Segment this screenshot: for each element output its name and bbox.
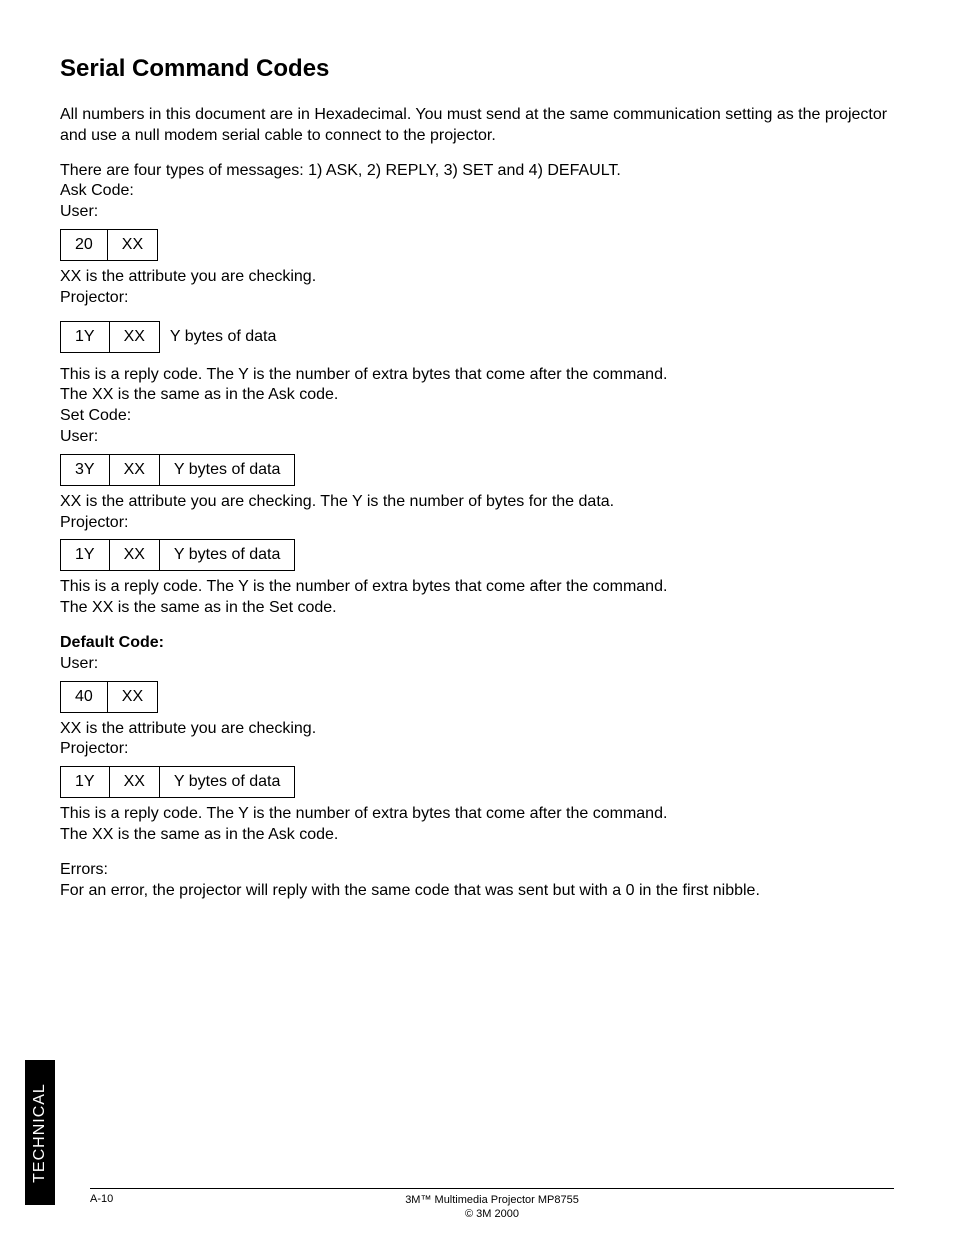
set-projector-cell-2: XX bbox=[109, 540, 159, 571]
default-projector-cell-1: 1Y bbox=[61, 767, 110, 798]
page-footer: A-10 3M™ Multimedia Projector MP8755 © 3… bbox=[90, 1188, 894, 1205]
set-explain: XX is the attribute you are checking. Th… bbox=[60, 492, 894, 513]
default-reply-explain-1: This is a reply code. The Y is the numbe… bbox=[60, 804, 894, 825]
default-projector-table: 1Y XX Y bytes of data bbox=[60, 766, 295, 798]
set-projector-cell-3: Y bytes of data bbox=[159, 540, 294, 571]
set-user-table: 3Y XX Y bytes of data bbox=[60, 454, 295, 486]
projector-label: Projector: bbox=[60, 288, 894, 309]
user-label-3: User: bbox=[60, 654, 894, 675]
set-projector-cell-1: 1Y bbox=[61, 540, 110, 571]
default-projector-cell-3: Y bytes of data bbox=[159, 767, 294, 798]
side-tab-label: TECHNICAL bbox=[31, 1083, 49, 1183]
set-code-label: Set Code: bbox=[60, 406, 894, 427]
projector-label-2: Projector: bbox=[60, 513, 894, 534]
set-reply-explain-1: This is a reply code. The Y is the numbe… bbox=[60, 577, 894, 598]
default-projector-cell-2: XX bbox=[109, 767, 159, 798]
errors-label: Errors: bbox=[60, 860, 894, 881]
errors-text: For an error, the projector will reply w… bbox=[60, 881, 894, 902]
intro-paragraph: All numbers in this document are in Hexa… bbox=[60, 105, 894, 147]
default-user-cell-1: 40 bbox=[61, 681, 108, 712]
footer-page-number: A-10 bbox=[90, 1193, 113, 1205]
ask-projector-trailing: Y bytes of data bbox=[170, 328, 276, 346]
set-user-cell-3: Y bytes of data bbox=[159, 454, 294, 485]
xx-checking-text: XX is the attribute you are checking. bbox=[60, 267, 894, 288]
reply-explain-1: This is a reply code. The Y is the numbe… bbox=[60, 365, 894, 386]
ask-code-label: Ask Code: bbox=[60, 181, 894, 202]
default-user-table: 40 XX bbox=[60, 681, 158, 713]
reply-explain-2: The XX is the same as in the Ask code. bbox=[60, 385, 894, 406]
ask-projector-row: 1Y XX Y bytes of data bbox=[60, 315, 894, 359]
message-types-line: There are four types of messages: 1) ASK… bbox=[60, 161, 894, 182]
xx-checking-text-2: XX is the attribute you are checking. bbox=[60, 719, 894, 740]
ask-user-cell-1: 20 bbox=[61, 229, 108, 260]
set-user-cell-2: XX bbox=[109, 454, 159, 485]
default-reply-explain-2: The XX is the same as in the Ask code. bbox=[60, 825, 894, 846]
default-code-label: Default Code: bbox=[60, 633, 894, 654]
page-title: Serial Command Codes bbox=[60, 55, 894, 83]
side-tab: TECHNICAL bbox=[25, 1060, 55, 1205]
default-user-cell-2: XX bbox=[107, 681, 157, 712]
ask-user-cell-2: XX bbox=[107, 229, 157, 260]
user-label-2: User: bbox=[60, 427, 894, 448]
user-label: User: bbox=[60, 202, 894, 223]
ask-projector-cell-1: 1Y bbox=[61, 321, 110, 352]
ask-projector-cell-2: XX bbox=[109, 321, 159, 352]
footer-product: 3M™ Multimedia Projector MP8755 bbox=[405, 1193, 579, 1207]
footer-copyright: © 3M 2000 bbox=[405, 1207, 579, 1221]
projector-label-3: Projector: bbox=[60, 739, 894, 760]
ask-user-table: 20 XX bbox=[60, 229, 158, 261]
set-projector-table: 1Y XX Y bytes of data bbox=[60, 539, 295, 571]
set-user-cell-1: 3Y bbox=[61, 454, 110, 485]
set-reply-explain-2: The XX is the same as in the Set code. bbox=[60, 598, 894, 619]
